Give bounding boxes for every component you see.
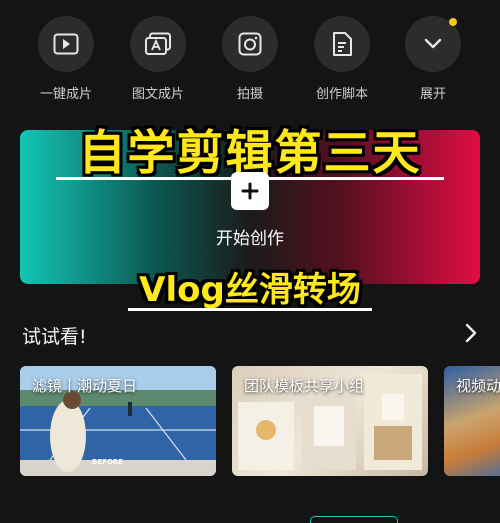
action-one-click-video[interactable]: 一键成片 <box>26 16 106 102</box>
template-card-video-motion[interactable]: 视频动 <box>444 366 500 476</box>
subtitle-underline <box>128 308 372 311</box>
stacked-text-icon <box>130 16 186 72</box>
template-card-title: 团队模板共享小组 <box>244 377 365 395</box>
action-shoot[interactable]: 拍摄 <box>210 16 290 102</box>
banner-divider-right <box>269 177 444 180</box>
camera-icon <box>222 16 278 72</box>
add-project-button[interactable] <box>231 172 269 210</box>
chevron-down-icon <box>405 16 461 72</box>
notification-dot <box>449 18 457 26</box>
template-card-title: 视频动 <box>456 377 500 395</box>
before-tag: BEFORE <box>92 458 124 466</box>
try-section-title: 试试看! <box>22 326 87 348</box>
action-label: 拍摄 <box>236 87 263 102</box>
plus-icon <box>241 182 259 200</box>
start-creation-label[interactable]: 开始创作 <box>0 224 500 249</box>
action-label: 展开 <box>419 87 446 102</box>
action-creative-script[interactable]: 创作脚本 <box>302 16 382 102</box>
script-document-icon <box>314 16 370 72</box>
template-card-team-share[interactable]: 团队模板共享小组 <box>232 366 428 476</box>
action-label: 一键成片 <box>39 87 92 102</box>
action-expand[interactable]: 展开 <box>393 16 473 102</box>
banner-overlay-subtitle: Vlog丝滑转场 <box>139 270 361 310</box>
bottom-tab-indicator[interactable] <box>310 516 398 523</box>
action-image-text-video[interactable]: 图文成片 <box>118 16 198 102</box>
quick-actions-bar: 一键成片 图文成片 拍摄 创作脚本 展开 <box>0 16 500 106</box>
template-card-title: 滤镜丨潮动夏日 <box>32 377 138 395</box>
banner-divider-left <box>56 177 231 180</box>
play-box-icon <box>38 16 94 72</box>
chevron-right-icon[interactable] <box>460 322 482 344</box>
action-label: 创作脚本 <box>315 87 368 102</box>
action-label: 图文成片 <box>131 87 184 102</box>
